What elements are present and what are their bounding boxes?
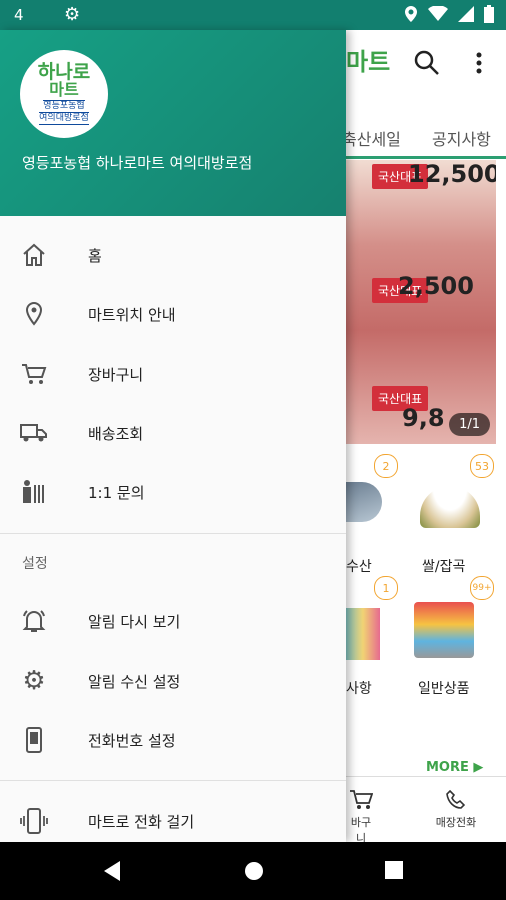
banner-page-counter: 1/1 <box>449 413 490 436</box>
menu-item-label: 배송조회 <box>88 424 144 443</box>
recents-icon[interactable] <box>384 860 404 880</box>
drawer-header: 하나로 마트 영등포농협 여의대방로점 영등포농협 하나로마트 여의대방로점 <box>0 30 346 216</box>
settings-section-title: 설정 <box>22 556 48 572</box>
home-button-icon[interactable] <box>243 860 265 882</box>
category-label[interactable]: 쌀/잡곡 <box>422 556 465 576</box>
signal-status-icon <box>458 6 474 22</box>
tab-livestock-sale[interactable]: 축산세일 <box>342 126 401 150</box>
divider <box>0 780 346 781</box>
logo-text: 마트 <box>49 80 79 99</box>
phone-icon <box>20 726 48 754</box>
category-label[interactable]: 수산 <box>346 556 372 576</box>
menu-item-home[interactable]: 홈 <box>0 226 346 284</box>
status-icons <box>404 5 494 23</box>
gear-icon: ⚙ <box>22 666 46 696</box>
menu-item-label: 알림 수신 설정 <box>88 672 181 691</box>
store-name: 영등포농협 하나로마트 여의대방로점 <box>22 154 253 172</box>
menu-item-inquiry[interactable]: 1:1 문의 <box>0 463 346 521</box>
menu-item-label: 홈 <box>88 246 102 265</box>
system-navigation-bar <box>0 842 506 900</box>
menu-item-label: 장바구니 <box>88 365 144 384</box>
category-count-badge: 1 <box>374 576 398 600</box>
menu-item-label: 마트위치 안내 <box>88 305 176 324</box>
bottom-nav-cart[interactable]: 바구니 <box>346 789 376 846</box>
notice-image[interactable] <box>346 608 380 660</box>
store-logo: 하나로 마트 영등포농협 여의대방로점 <box>20 50 108 138</box>
back-icon[interactable] <box>102 860 122 882</box>
bottom-nav-store-call[interactable]: 매장전화 <box>430 789 482 830</box>
location-pin-icon <box>20 300 48 328</box>
banner-price: 9,8 <box>402 404 445 432</box>
wifi-status-icon <box>428 6 448 21</box>
category-count-badge: 2 <box>374 454 398 478</box>
menu-item-label: 마트로 전화 걸기 <box>88 812 195 831</box>
banner-price: 12,500 <box>408 160 496 188</box>
promo-banner[interactable]: 국산대표 12,500 국산대표 2,500 국산대표 9,8 1/1 <box>346 160 496 444</box>
status-bar: 4 ⚙ <box>0 0 506 30</box>
cart-icon <box>350 790 374 809</box>
location-status-icon <box>405 6 417 22</box>
ringing-phone-icon <box>20 807 48 835</box>
menu-item-phone-settings[interactable]: 전화번호 설정 <box>0 711 346 769</box>
navigation-drawer: 하나로 마트 영등포농협 여의대방로점 영등포농협 하나로마트 여의대방로점 홈… <box>0 30 346 842</box>
truck-icon <box>20 419 48 447</box>
more-link[interactable]: MORE ▶ <box>426 760 483 775</box>
bell-icon <box>20 607 48 635</box>
category-count-badge: 53 <box>470 454 494 478</box>
logo-text: 영등포농협 <box>43 100 85 111</box>
menu-item-label: 1:1 문의 <box>88 483 145 502</box>
menu-item-label: 전화번호 설정 <box>88 731 176 750</box>
shopping-cart-image[interactable] <box>414 602 474 658</box>
menu-item-store-location[interactable]: 마트위치 안내 <box>0 285 346 343</box>
divider <box>0 533 346 534</box>
menu-item-notification-settings[interactable]: ⚙ 알림 수신 설정 <box>0 652 346 710</box>
category-label[interactable]: 일반상품 <box>418 678 470 698</box>
search-icon[interactable] <box>414 50 440 76</box>
settings-notification-icon: ⚙ <box>64 4 81 25</box>
category-label[interactable]: 사항 <box>346 678 372 698</box>
home-icon <box>20 241 48 269</box>
battery-status-icon <box>484 5 494 23</box>
rice-image[interactable] <box>420 486 480 528</box>
menu-item-cart[interactable]: 장바구니 <box>0 345 346 403</box>
app-brand-text: 마트 <box>346 48 391 76</box>
menu-item-label: 알림 다시 보기 <box>88 612 181 631</box>
menu-item-notification-history[interactable]: 알림 다시 보기 <box>0 592 346 650</box>
menu-item-delivery-tracking[interactable]: 배송조회 <box>0 404 346 462</box>
more-vert-icon[interactable] <box>476 52 482 74</box>
phone-icon <box>446 789 466 809</box>
menu-item-call-store[interactable]: 마트로 전화 걸기 <box>0 792 346 842</box>
category-count-badge: 99+ <box>470 576 494 600</box>
status-time: 4 <box>14 6 24 24</box>
fish-image[interactable] <box>346 482 382 522</box>
banner-price: 2,500 <box>398 272 474 300</box>
people-icon <box>20 478 48 506</box>
bottom-nav-store-call-label: 매장전화 <box>435 816 477 829</box>
logo-text: 여의대방로점 <box>39 112 89 125</box>
cart-icon <box>20 360 48 388</box>
tab-notice[interactable]: 공지사항 <box>432 126 491 150</box>
